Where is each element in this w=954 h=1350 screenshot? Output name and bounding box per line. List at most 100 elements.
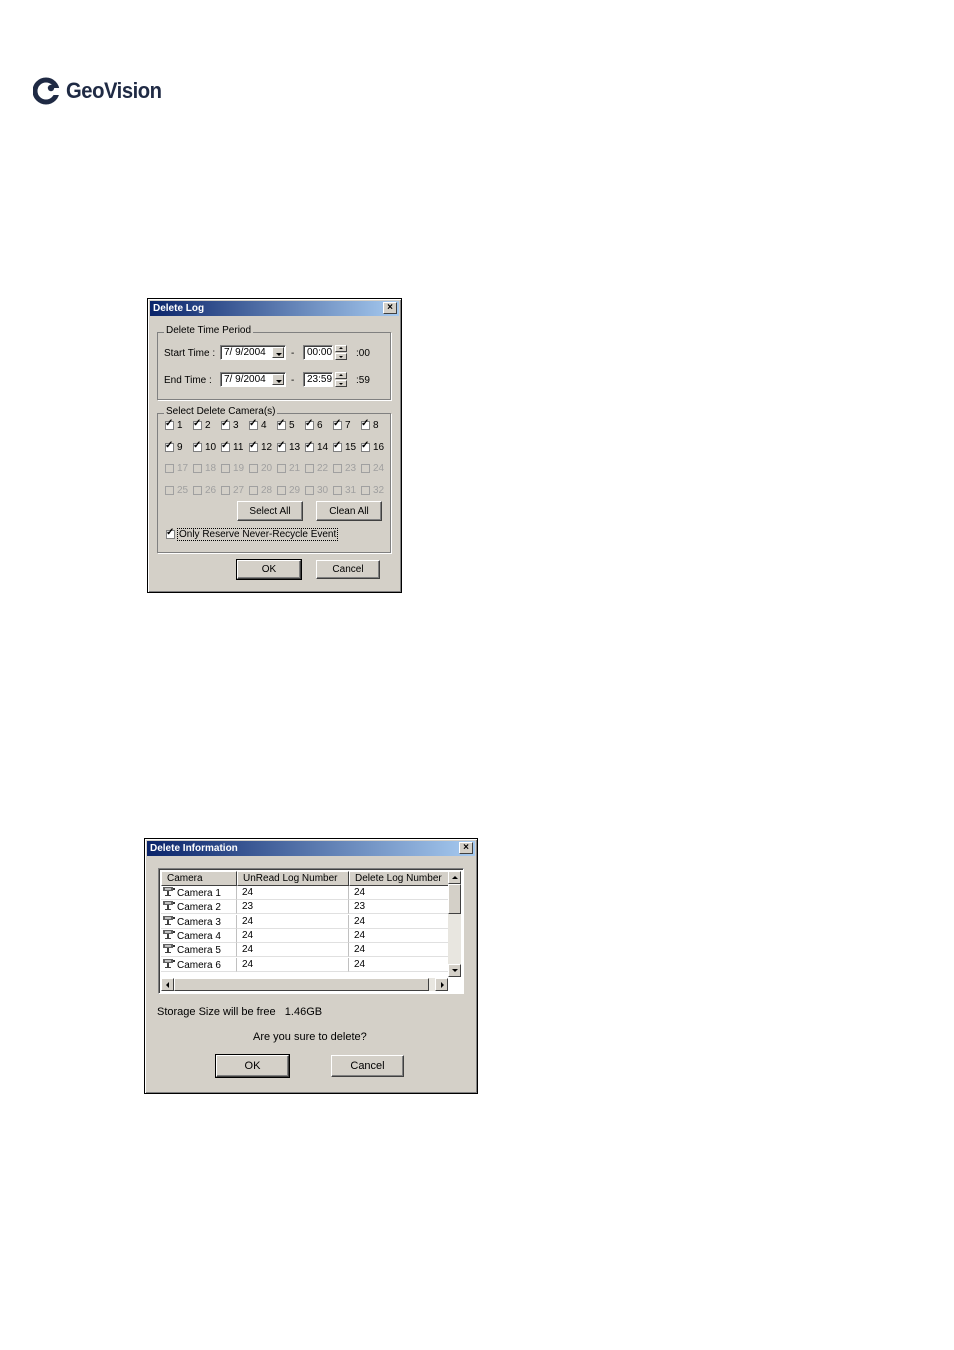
dialog-title: Delete Information [150,843,238,854]
dialog-title: Delete Log [153,303,205,314]
dash: - [291,348,295,359]
checkbox-box [165,464,174,473]
start-time-spinner[interactable] [335,345,347,360]
select-all-button[interactable]: Select All [237,501,303,521]
group-label: Delete Time Period [164,325,254,336]
checkbox-box [193,464,202,473]
checkbox-box[interactable] [305,418,314,430]
cell-unread: 24 [237,914,349,929]
column-header-camera[interactable]: Camera [161,871,237,886]
checkbox-box[interactable] [361,418,370,430]
camera-checkbox-13[interactable]: 13 [277,440,300,453]
checkbox-box[interactable] [165,440,174,452]
table-row[interactable]: Camera 1 24 24 [161,886,449,900]
camera-icon [162,915,176,926]
close-icon: × [387,302,393,313]
table-row[interactable]: Camera 5 24 24 [161,943,449,958]
vertical-scrollbar[interactable] [448,871,461,977]
camera-checkbox-15[interactable]: 15 [333,440,356,453]
checkbox-box[interactable] [361,440,370,452]
horizontal-scrollbar[interactable] [161,978,448,991]
spin-down-icon[interactable] [335,380,347,387]
camera-checkbox-2[interactable]: 2 [193,418,211,431]
camera-checkbox-5[interactable]: 5 [277,418,295,431]
ok-button[interactable]: OK [215,1054,290,1078]
never-recycle-checkbox[interactable]: Only Reserve Never-Recycle Event [166,527,339,541]
scroll-thumb[interactable] [174,978,429,991]
camera-checkbox-label: 19 [233,463,245,474]
checkbox-box[interactable] [249,418,258,430]
camera-checkbox-9[interactable]: 9 [165,440,183,453]
clean-all-button[interactable]: Clean All [316,501,382,521]
camera-checkbox-label: 30 [317,484,329,496]
checkbox-box[interactable] [221,440,230,452]
scroll-thumb[interactable] [448,884,461,914]
camera-checkbox-10[interactable]: 10 [193,440,216,453]
end-time-field[interactable]: 23:59 [303,372,333,387]
checkbox-box[interactable] [165,418,174,430]
start-date-picker[interactable]: 7/ 9/2004 [220,345,286,360]
scroll-right-icon[interactable] [435,978,448,991]
dropdown-arrow-icon[interactable] [272,374,284,385]
delete-log-dialog: Delete Log × Delete Time Period Start Ti… [147,298,402,593]
camera-checkbox-label: 17 [177,463,189,474]
spin-up-icon[interactable] [335,345,347,352]
camera-checkbox-20: 20 [249,463,272,474]
camera-checkbox-4[interactable]: 4 [249,418,267,431]
camera-checkbox-14[interactable]: 14 [305,440,328,453]
cell-delete: 24 [349,957,449,972]
column-header-delete[interactable]: Delete Log Number [349,871,449,886]
camera-checkbox-11[interactable]: 11 [221,440,243,453]
camera-checkbox-7[interactable]: 7 [333,418,351,431]
camera-name: Camera 3 [177,916,221,928]
checkbox-box[interactable] [305,440,314,452]
camera-name: Camera 1 [177,888,221,899]
checkbox-box[interactable] [277,418,286,430]
camera-checkbox-6[interactable]: 6 [305,418,323,431]
checkbox-box[interactable] [333,418,342,430]
scroll-left-icon[interactable] [161,978,174,991]
scroll-down-icon[interactable] [448,964,461,977]
camera-checkbox-32: 32 [361,485,384,496]
table-row[interactable]: Camera 3 24 24 [161,914,449,929]
camera-select-group: Select Delete Camera(s) 1234567891011121… [157,406,391,553]
checkbox-box[interactable] [249,440,258,452]
camera-icon [162,886,176,897]
table-row[interactable]: Camera 6 24 24 [161,957,449,972]
camera-checkbox-12[interactable]: 12 [249,440,272,453]
end-date-picker[interactable]: 7/ 9/2004 [220,372,286,387]
camera-checkbox-label: 23 [345,463,357,474]
cancel-button[interactable]: Cancel [331,1055,404,1077]
close-button[interactable]: × [383,302,397,314]
delete-info-list[interactable]: Camera UnRead Log Number Delete Log Numb… [158,868,464,994]
checkbox-box [361,464,370,473]
end-time-spinner[interactable] [335,372,347,387]
dropdown-arrow-icon[interactable] [272,347,284,358]
camera-checkbox-label: 32 [373,484,385,496]
camera-checkbox-1[interactable]: 1 [165,418,183,431]
scroll-up-icon[interactable] [448,871,461,884]
checkbox-box [361,485,370,495]
cancel-button[interactable]: Cancel [316,560,380,579]
checkbox-box[interactable] [277,440,286,452]
ok-button[interactable]: OK [236,559,302,580]
camera-checkbox-16[interactable]: 16 [361,440,384,453]
checkbox-box[interactable] [166,527,175,539]
checkbox-box[interactable] [193,418,202,430]
table-row[interactable]: Camera 2 23 23 [161,900,449,915]
camera-checkbox-label: 29 [289,484,301,496]
table-row[interactable]: Camera 4 24 24 [161,928,449,943]
close-button[interactable]: × [459,842,473,854]
camera-checkbox-8[interactable]: 8 [361,418,379,431]
spin-down-icon[interactable] [335,353,347,360]
camera-checkbox-3[interactable]: 3 [221,418,239,431]
checkbox-box[interactable] [221,418,230,430]
cell-delete: 24 [349,928,449,943]
spin-up-icon[interactable] [335,372,347,379]
checkbox-box[interactable] [333,440,342,452]
end-time-value: 23:59 [307,374,333,385]
column-header-unread[interactable]: UnRead Log Number [237,871,349,886]
start-date-value: 7/ 9/2004 [224,347,266,358]
start-time-field[interactable]: 00:00 [303,345,333,360]
checkbox-box[interactable] [193,440,202,452]
